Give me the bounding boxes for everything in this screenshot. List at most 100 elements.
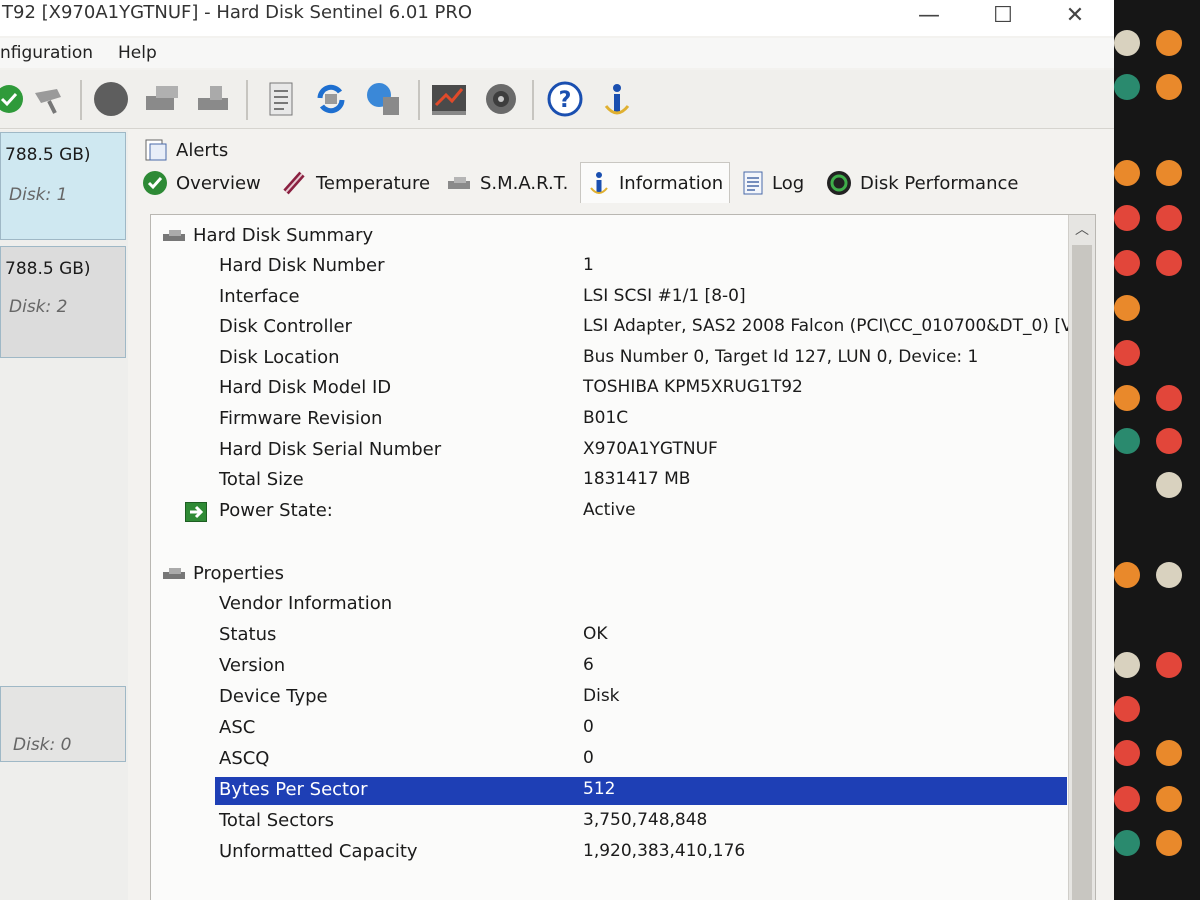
info-row[interactable]: Disk Location Bus Number 0, Target Id 127… [215, 345, 1067, 373]
tab-log[interactable]: Log [736, 166, 810, 200]
window-title: T92 [X970A1YGTNUF] - Hard Disk Sentinel … [2, 2, 473, 23]
background-dot [1156, 562, 1182, 588]
info-row-value: 6 [583, 655, 594, 675]
maximize-button[interactable]: ☐ [986, 0, 1020, 30]
background-dot [1114, 385, 1140, 411]
background-dot [1114, 295, 1140, 321]
speaker-icon[interactable] [480, 78, 522, 120]
minimize-button[interactable]: — [912, 0, 946, 30]
hdd-icon [163, 229, 185, 241]
info-row[interactable]: Hard Disk Model ID TOSHIBA KPM5XRUG1T92 [215, 375, 1067, 403]
tab-label: S.M.A.R.T. [480, 172, 569, 194]
info-row-value: X970A1YGTNUF [583, 438, 718, 459]
info-row[interactable]: Bytes Per Sector 512 [215, 777, 1067, 805]
help-icon[interactable]: ? [544, 78, 586, 120]
info-row-value: 0 [583, 748, 594, 768]
info-row[interactable]: Unformatted Capacity 1,920,383,410,176 [215, 839, 1067, 867]
log-icon [743, 171, 763, 195]
info-row[interactable]: Disk Controller LSI Adapter, SAS2 2008 Fa… [215, 314, 1078, 342]
tab-label: Temperature [316, 172, 431, 194]
hdd-test-icon[interactable] [142, 78, 184, 120]
satellite-dish-icon[interactable] [28, 78, 70, 120]
info-row-label: Hard Disk Number [219, 255, 385, 276]
tab-information[interactable]: Information [580, 162, 731, 203]
background-dot [1114, 830, 1140, 856]
info-row[interactable]: Device Type Disk [215, 684, 1067, 712]
info-row-label: Device Type [219, 686, 328, 707]
info-row[interactable]: ASCQ 0 [215, 746, 1067, 774]
disk-card-2[interactable]: 788.5 GB) Disk: 2 [0, 246, 126, 358]
info-row-label: Bytes Per Sector [219, 779, 368, 800]
background-dots [1112, 0, 1200, 900]
info-row[interactable]: Hard Disk Number 1 [215, 253, 1067, 281]
vertical-scrollbar[interactable]: ︿ [1068, 215, 1095, 900]
section-properties[interactable]: Properties [161, 563, 284, 584]
network-icon[interactable] [362, 78, 404, 120]
info-row-label: Disk Location [219, 346, 340, 368]
refresh-icon[interactable] [310, 78, 352, 120]
hdd-surface-icon[interactable] [192, 78, 234, 120]
disk-number: Disk: 1 [9, 185, 68, 205]
background-dot [1114, 740, 1140, 766]
info-row-label: Hard Disk Serial Number [219, 438, 442, 460]
scroll-thumb[interactable] [1072, 245, 1092, 900]
disk-card-0[interactable]: Disk: 0 [0, 686, 126, 762]
info-row[interactable]: Hard Disk Serial Number X970A1YGTNUF [215, 437, 1067, 465]
tab-disk-performance[interactable]: Disk Performance [820, 166, 1024, 200]
disk-card-1[interactable]: 788.5 GB) Disk: 1 [0, 132, 126, 240]
info-row[interactable]: Vendor Information [215, 591, 1067, 619]
info-row[interactable]: Version 6 [215, 653, 1067, 681]
toolbar: ? [0, 70, 1114, 129]
info-row[interactable]: Status OK [215, 622, 1067, 650]
info-icon [590, 172, 608, 194]
info-row-value: LSI Adapter, SAS2 2008 Falcon (PCI\CC_01… [583, 316, 1078, 337]
tab-temperature[interactable]: Temperature [276, 166, 436, 200]
info-icon[interactable] [596, 78, 638, 120]
svg-text:?: ? [559, 88, 572, 113]
info-row[interactable]: ASC 0 [215, 715, 1067, 743]
background-dot [1114, 652, 1140, 678]
info-row-value: Active [583, 499, 636, 520]
background-dot [1156, 205, 1182, 231]
disk-number: Disk: 0 [13, 735, 72, 755]
menu-help[interactable]: Help [118, 43, 157, 63]
background-dot [1156, 30, 1182, 56]
app-window: T92 [X970A1YGTNUF] - Hard Disk Sentinel … [0, 0, 1114, 900]
info-row-label: Version [219, 655, 286, 676]
disk-size: 788.5 GB) [5, 145, 91, 165]
disk-size: 788.5 GB) [5, 259, 91, 279]
info-row-label: ASCQ [219, 748, 270, 769]
info-row-value: OK [583, 624, 608, 644]
info-row-label: ASC [219, 717, 256, 738]
info-row[interactable]: Total Sectors 3,750,748,848 [215, 808, 1067, 836]
thermometer-icon [283, 171, 305, 195]
background-dot [1114, 250, 1140, 276]
background-dot [1156, 740, 1182, 766]
info-row[interactable]: Interface LSI SCSI #1/1 [8-0] [215, 284, 1067, 312]
info-row-value: 1831417 MB [583, 469, 691, 490]
gray-disk-icon[interactable] [90, 78, 132, 120]
close-button[interactable]: ✕ [1058, 0, 1092, 30]
info-row[interactable]: Power State: Active [185, 498, 1067, 526]
section-hard-disk-summary[interactable]: Hard Disk Summary [161, 225, 373, 246]
disk-sidebar: 788.5 GB) Disk: 1 788.5 GB) Disk: 2 Disk… [0, 130, 128, 900]
info-row-label: Status [219, 624, 277, 645]
report-icon[interactable] [260, 78, 302, 120]
alerts-icon [145, 139, 167, 161]
hdd-icon [163, 567, 185, 579]
tab-smart[interactable]: S.M.A.R.T. [440, 166, 574, 200]
info-row-label: Power State: [219, 499, 333, 521]
menu-configuration[interactable]: nfiguration [0, 43, 93, 63]
background-dot [1114, 74, 1140, 100]
graph-icon[interactable] [428, 78, 470, 120]
status-check-icon[interactable] [0, 78, 30, 120]
alerts-tab[interactable]: Alerts [144, 138, 228, 162]
scroll-up-icon[interactable]: ︿ [1069, 215, 1095, 243]
information-panel: Hard Disk Summary Hard Disk Number 1 Inter… [150, 214, 1096, 900]
info-row[interactable]: Total Size 1831417 MB [215, 467, 1067, 495]
info-row[interactable]: Firmware Revision B01C [215, 406, 1067, 434]
background-dot [1114, 205, 1140, 231]
tab-overview[interactable]: Overview [136, 166, 267, 200]
disk-number: Disk: 2 [9, 297, 68, 317]
info-row-value: LSI SCSI #1/1 [8-0] [583, 285, 746, 306]
